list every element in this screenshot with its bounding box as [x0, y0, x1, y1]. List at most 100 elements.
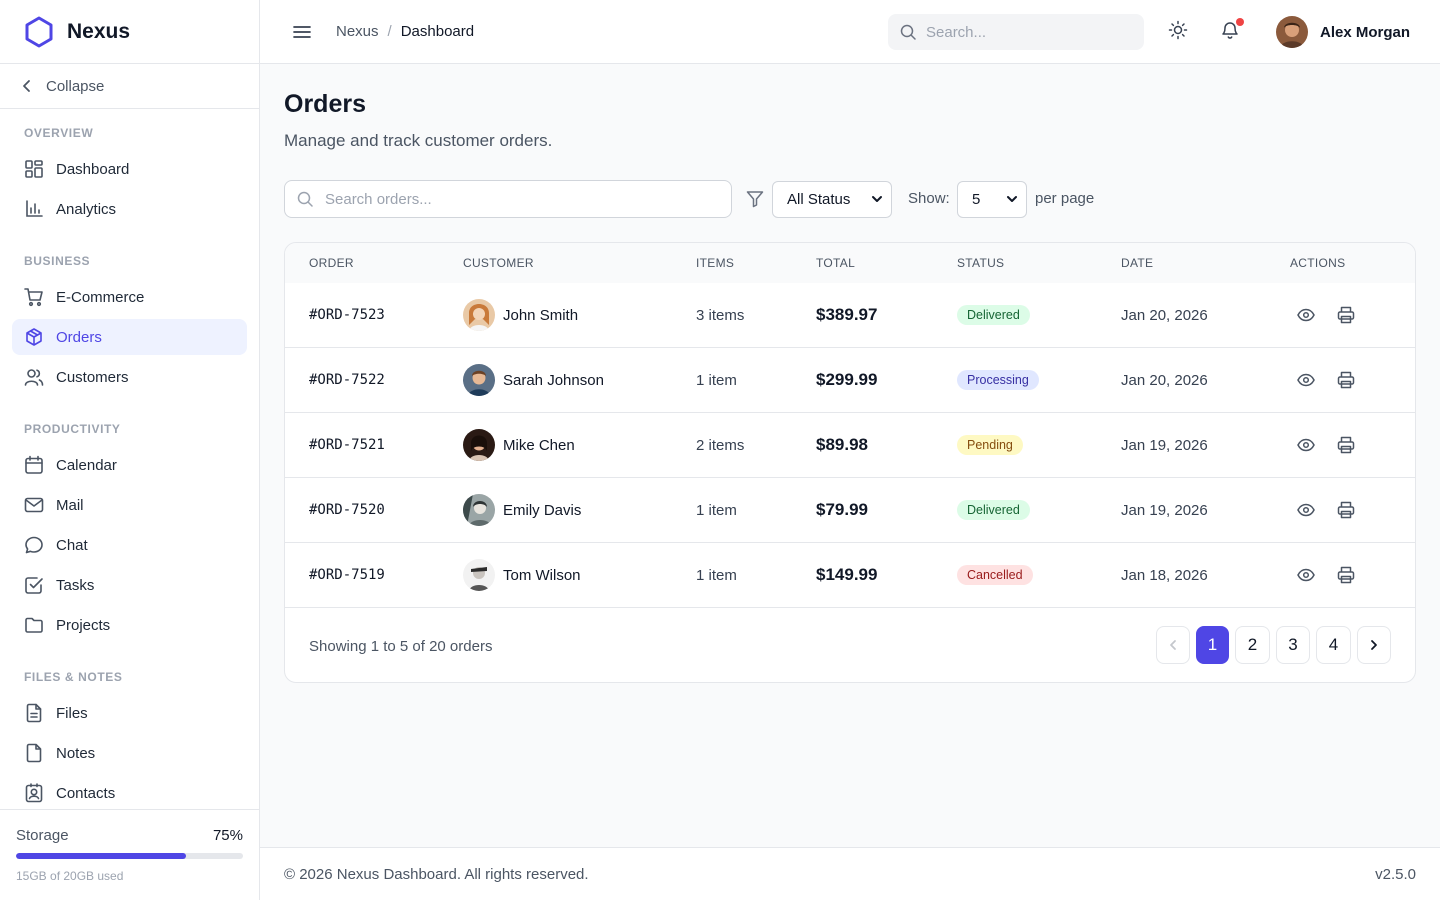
sidebar-item-mail[interactable]: Mail	[12, 487, 247, 523]
orders-table: ORDER CUSTOMER ITEMS TOTAL STATUS DATE A…	[284, 242, 1416, 683]
eye-icon[interactable]	[1296, 305, 1316, 325]
page-button-4[interactable]: 4	[1316, 626, 1351, 664]
sidebar-item-calendar[interactable]: Calendar	[12, 447, 247, 483]
order-search-input[interactable]	[325, 190, 715, 208]
printer-icon[interactable]	[1336, 435, 1356, 455]
user-menu[interactable]: Alex Morgan	[1276, 16, 1410, 48]
print-action[interactable]	[1336, 543, 1356, 607]
customer-name: Emily Davis	[503, 501, 582, 519]
eye-icon[interactable]	[1296, 565, 1316, 585]
sidebar-item-projects[interactable]: Projects	[12, 607, 247, 643]
filter-funnel-icon	[746, 190, 764, 208]
storage-used: 15GB of 20GB used	[16, 869, 124, 883]
order-date: Jan 19, 2026	[1121, 436, 1208, 454]
eye-icon[interactable]	[1296, 435, 1316, 455]
status-badge: Pending	[957, 435, 1023, 455]
file-icon	[24, 703, 44, 723]
printer-icon[interactable]	[1336, 500, 1356, 520]
print-action[interactable]	[1336, 413, 1356, 477]
per-page-value: 5	[972, 191, 981, 208]
pagination: 1 2 3 4	[1150, 626, 1391, 664]
storage-widget: Storage 75% 15GB of 20GB used	[0, 809, 259, 900]
view-action[interactable]	[1296, 478, 1316, 542]
customer-cell: Emily Davis	[463, 478, 581, 542]
collapse-button[interactable]: Collapse	[0, 64, 259, 109]
view-action[interactable]	[1296, 283, 1316, 347]
theme-toggle-sun-icon[interactable]	[1168, 20, 1190, 42]
brand[interactable]: Nexus	[0, 0, 259, 64]
page-button-3[interactable]: 3	[1276, 626, 1310, 664]
table-row[interactable]: #ORD-7522 Sarah Johnson 1 item $299.99 P…	[285, 348, 1415, 413]
order-id[interactable]: #ORD-7523	[309, 283, 385, 347]
order-total: $89.98	[816, 435, 868, 454]
per-page-select[interactable]: 5	[957, 181, 1027, 218]
sidebar: Nexus Collapse OVERVIEW Dashboard Analyt…	[0, 0, 260, 900]
column-header-total[interactable]: TOTAL	[816, 256, 855, 270]
sidebar-item-dashboard[interactable]: Dashboard	[12, 151, 247, 187]
order-id[interactable]: #ORD-7522	[309, 348, 385, 412]
sidebar-item-chat[interactable]: Chat	[12, 527, 247, 563]
eye-icon[interactable]	[1296, 500, 1316, 520]
column-header-items[interactable]: ITEMS	[696, 256, 734, 270]
order-date: Jan 20, 2026	[1121, 371, 1208, 389]
print-action[interactable]	[1336, 348, 1356, 412]
sidebar-item-label: Orders	[56, 328, 102, 346]
sidebar-item-notes[interactable]: Notes	[12, 735, 247, 771]
printer-icon[interactable]	[1336, 565, 1356, 585]
contacts-icon	[24, 783, 44, 803]
order-search[interactable]	[284, 180, 732, 218]
order-id[interactable]: #ORD-7519	[309, 543, 385, 607]
column-header-status[interactable]: STATUS	[957, 256, 1004, 270]
breadcrumb-root[interactable]: Nexus	[336, 23, 379, 40]
search-icon	[900, 24, 916, 40]
page-button-2[interactable]: 2	[1235, 626, 1270, 664]
order-id[interactable]: #ORD-7520	[309, 478, 385, 542]
hamburger-menu-icon[interactable]	[292, 22, 312, 42]
sidebar-item-customers[interactable]: Customers	[12, 359, 247, 395]
items-count: 1 item	[696, 371, 737, 389]
print-action[interactable]	[1336, 283, 1356, 347]
column-header-date[interactable]: DATE	[1121, 256, 1153, 270]
page-button-1[interactable]: 1	[1196, 626, 1229, 664]
table-row[interactable]: #ORD-7519 Tom Wilson 1 item $149.99 Canc…	[285, 543, 1415, 608]
table-row[interactable]: #ORD-7521 Mike Chen 2 items $89.98 Pendi…	[285, 413, 1415, 478]
sidebar-item-ecommerce[interactable]: E-Commerce	[12, 279, 247, 315]
table-row[interactable]: #ORD-7523 John Smith 3 items $389.97 Del…	[285, 283, 1415, 348]
users-icon	[24, 367, 44, 387]
order-total: $149.99	[816, 565, 878, 584]
sidebar-item-label: E-Commerce	[56, 288, 145, 306]
sidebar-item-tasks[interactable]: Tasks	[12, 567, 247, 603]
avatar	[463, 494, 495, 526]
status-filter-select[interactable]: All Status	[772, 181, 892, 218]
order-date: Jan 18, 2026	[1121, 566, 1208, 584]
view-action[interactable]	[1296, 543, 1316, 607]
view-action[interactable]	[1296, 413, 1316, 477]
sidebar-item-analytics[interactable]: Analytics	[12, 191, 247, 227]
global-search[interactable]	[888, 14, 1144, 50]
customer-cell: Sarah Johnson	[463, 348, 604, 412]
sidebar-item-label: Customers	[56, 368, 129, 386]
printer-icon[interactable]	[1336, 370, 1356, 390]
customer-name: John Smith	[503, 306, 579, 324]
print-action[interactable]	[1336, 478, 1356, 542]
status-filter-value: All Status	[787, 191, 851, 208]
column-header-order[interactable]: ORDER	[309, 256, 354, 270]
previous-page-button[interactable]	[1156, 626, 1190, 664]
sidebar-item-label: Projects	[56, 616, 111, 634]
sidebar-item-files[interactable]: Files	[12, 695, 247, 731]
status-cell: Delivered	[957, 478, 1030, 542]
next-page-button[interactable]	[1357, 626, 1391, 664]
table-row[interactable]: #ORD-7520 Emily Davis 1 item $79.99 Deli…	[285, 478, 1415, 543]
printer-icon[interactable]	[1336, 305, 1356, 325]
sidebar-item-orders[interactable]: Orders	[12, 319, 247, 355]
order-id[interactable]: #ORD-7521	[309, 413, 385, 477]
global-search-input[interactable]	[926, 23, 1126, 41]
sidebar-item-contacts[interactable]: Contacts	[12, 775, 247, 811]
column-header-actions: ACTIONS	[1290, 256, 1346, 270]
chat-icon	[24, 535, 44, 555]
version-text: v2.5.0	[1375, 866, 1416, 883]
eye-icon[interactable]	[1296, 370, 1316, 390]
view-action[interactable]	[1296, 348, 1316, 412]
section-title-business: BUSINESS	[24, 254, 91, 268]
column-header-customer[interactable]: CUSTOMER	[463, 256, 534, 270]
